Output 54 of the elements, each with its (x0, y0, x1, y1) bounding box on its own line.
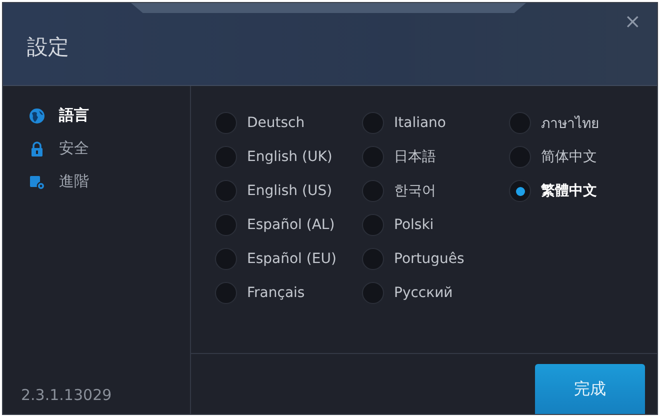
radio-button[interactable] (362, 248, 384, 270)
version-label: 2.3.1.13029 (21, 386, 113, 404)
window-title: 設定 (27, 34, 69, 61)
language-radio[interactable]: 繁體中文 (509, 180, 597, 202)
radio-button[interactable] (509, 146, 531, 168)
radio-button[interactable] (362, 282, 384, 304)
radio-button[interactable] (215, 214, 237, 236)
radio-button[interactable] (215, 282, 237, 304)
sidebar-item[interactable]: 進階 (29, 172, 89, 191)
radio-button[interactable] (362, 180, 384, 202)
radio-button[interactable] (362, 112, 384, 134)
language-label: English (UK) (247, 149, 332, 165)
language-label: 한국어 (394, 182, 436, 200)
language-radio[interactable]: English (US) (215, 180, 332, 202)
close-button[interactable]: × (622, 9, 643, 33)
language-label: Español (EU) (247, 251, 336, 267)
language-label: 繁體中文 (541, 182, 597, 200)
language-label: Português (394, 251, 464, 267)
language-label: Русский (394, 285, 453, 301)
radio-button[interactable] (215, 112, 237, 134)
sidebar-item[interactable]: 安全 (29, 139, 89, 158)
sidebar-item[interactable]: 語言 (29, 106, 89, 125)
lock-icon (29, 140, 45, 156)
radio-button[interactable] (362, 146, 384, 168)
language-label: Italiano (394, 115, 446, 131)
language-radio[interactable]: Deutsch (215, 112, 305, 134)
language-radio[interactable]: English (UK) (215, 146, 332, 168)
language-label: Deutsch (247, 115, 305, 131)
language-label: Français (247, 285, 305, 301)
language-label: 简体中文 (541, 148, 597, 166)
language-radio[interactable]: Français (215, 282, 305, 304)
settings-icon (29, 174, 45, 190)
radio-button[interactable] (215, 146, 237, 168)
language-label: English (US) (247, 183, 332, 199)
language-radio[interactable]: 简体中文 (509, 146, 597, 168)
globe-icon (29, 108, 45, 124)
language-label: Español (AL) (247, 217, 335, 233)
radio-button[interactable] (509, 112, 531, 134)
radio-button[interactable] (215, 248, 237, 270)
radio-button[interactable] (362, 214, 384, 236)
language-label: 日本語 (394, 148, 436, 166)
radio-button[interactable] (509, 180, 531, 202)
language-radio[interactable]: Español (EU) (215, 248, 336, 270)
radio-button[interactable] (215, 180, 237, 202)
language-radio[interactable]: 日本語 (362, 146, 436, 168)
language-label: Polski (394, 217, 434, 233)
language-radio[interactable]: Español (AL) (215, 214, 335, 236)
language-radio[interactable]: ภาษาไทย (509, 112, 599, 134)
language-radio[interactable]: Italiano (362, 112, 446, 134)
language-radio[interactable]: Polski (362, 214, 434, 236)
language-label: ภาษาไทย (541, 114, 599, 134)
language-radio[interactable]: Português (362, 248, 464, 270)
language-radio[interactable]: Русский (362, 282, 453, 304)
language-radio[interactable]: 한국어 (362, 180, 436, 202)
